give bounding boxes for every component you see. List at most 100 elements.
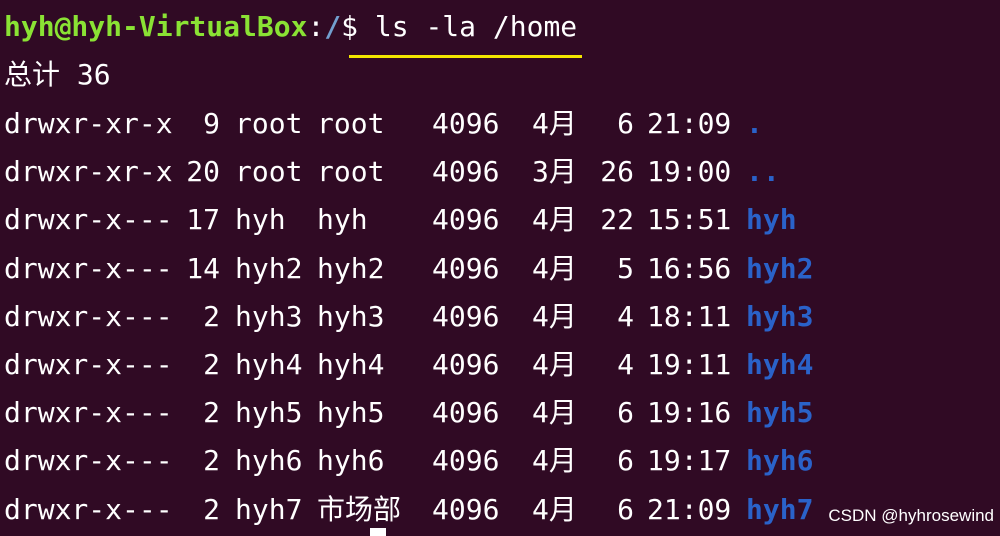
entry-links: 17 [186,203,220,237]
terminal-window[interactable]: hyh@hyh-VirtualBox:/$ ls -la /home 总计 36… [4,0,1000,536]
entry-month: 4月 [532,396,577,430]
entry-group: root [317,107,385,140]
listing-row: drwxr-x--- 2 hyh4 hyh4 4096 4月 4 19:11 hyh4 [4,347,994,383]
command-text: ls -la /home [374,10,578,43]
prompt-symbol: $ [341,10,359,43]
entry-time: 19:11 [647,348,732,381]
entry-day: 6 [617,444,634,478]
entry-links: 2 [203,444,220,478]
entry-perms: drwxr-x--- [4,492,173,526]
entry-owner: hyh5 [235,396,303,430]
entry-month: 4月 [532,203,577,237]
entry-month: 4月 [532,444,577,478]
entry-perms: drwxr-x--- [4,348,173,381]
entry-name: hyh6 [746,444,814,478]
entry-owner: root [235,155,303,189]
entry-time: 19:17 [647,444,732,478]
prompt-path: / [324,10,342,43]
listing-row: drwxr-x--- 14 hyh2 hyh2 4096 4月 5 16:56 hyh2 [4,251,994,287]
entry-size: 4096 [432,396,500,430]
entry-name: hyh2 [746,251,814,285]
entry-group: hyh6 [317,444,385,478]
entry-name: hyh7 [746,492,814,526]
entry-links: 2 [203,299,220,333]
entry-size: 4096 [432,155,500,189]
entry-owner: hyh4 [235,348,303,381]
entry-group: hyh2 [317,251,385,285]
entry-time: 21:09 [647,492,732,526]
entry-links: 20 [186,155,220,189]
entry-month: 4月 [532,348,577,381]
entry-group: root [317,155,385,189]
entry-day: 22 [600,203,634,237]
listing-row: drwxr-xr-x 9 root root 4096 4月 6 21:09. [4,106,994,142]
entry-links: 9 [203,107,220,140]
entry-month: 3月 [532,155,577,189]
entry-day: 5 [617,251,634,285]
entry-month: 4月 [532,492,577,526]
entry-size: 4096 [432,299,500,333]
entry-links: 2 [203,348,220,381]
entry-perms: drwxr-x--- [4,251,173,285]
entry-time: 15:51 [647,203,732,237]
entry-time: 19:16 [647,396,732,430]
watermark: CSDN @hyhrosewind [828,506,994,525]
entry-perms: drwxr-x--- [4,444,173,478]
entry-time: 16:56 [647,251,732,285]
terminal-cursor [370,528,386,536]
entry-day: 6 [617,492,634,526]
entry-perms: drwxr-x--- [4,203,173,237]
entry-perms: drwxr-x--- [4,299,173,333]
entry-links: 2 [203,492,220,526]
entry-day: 4 [617,299,634,333]
entry-name: hyh5 [746,396,814,430]
entry-group: 市场部 [317,492,402,526]
entry-owner: hyh7 [235,492,303,526]
command-highlight-underline [349,55,582,58]
entry-links: 14 [186,251,220,285]
entry-day: 6 [617,396,634,430]
listing-row: drwxr-x--- 2 hyh6 hyh6 4096 4月 6 19:17 hyh6 [4,443,994,479]
entry-month: 4月 [532,299,577,333]
entry-name: .. [746,155,780,189]
listing-row: drwxr-x--- 17 hyh hyh 4096 4月 22 15:51 hyh [4,202,994,238]
entry-size: 4096 [432,107,500,140]
entry-size: 4096 [432,444,500,478]
entry-owner: hyh [235,203,286,237]
entry-name: hyh [746,203,797,237]
entry-group: hyh4 [317,348,385,381]
entry-day: 26 [600,155,634,189]
prompt-user-host: hyh@hyh-VirtualBox [4,10,308,43]
entry-day: 6 [617,107,634,140]
entry-month: 4月 [532,251,577,285]
entry-perms: drwxr-x--- [4,396,173,430]
entry-owner: root [235,107,303,140]
listing-row: drwxr-x--- 2 hyh3 hyh3 4096 4月 4 18:11 hyh3 [4,299,994,335]
listing-row: drwxr-x--- 2 hyh5 hyh5 4096 4月 6 19:16 hyh5 [4,395,994,431]
entry-name: . [746,107,763,140]
entry-name: hyh3 [746,299,814,333]
entry-links: 2 [203,396,220,430]
entry-group: hyh3 [317,299,385,333]
entry-perms: drwxr-xr-x [4,155,173,189]
entry-time: 19:00 [647,155,732,189]
entry-month: 4月 [532,107,577,140]
entry-name: hyh4 [746,348,814,381]
entry-size: 4096 [432,348,500,381]
entry-day: 4 [617,348,634,381]
entry-size: 4096 [432,203,500,237]
entry-size: 4096 [432,251,500,285]
entry-owner: hyh2 [235,251,303,285]
prompt-separator: : [307,10,325,43]
entry-size: 4096 [432,492,500,526]
entry-perms: drwxr-xr-x [4,107,173,140]
entry-owner: hyh3 [235,299,303,333]
entry-time: 21:09 [647,107,732,140]
total-line: 总计 36 [4,58,111,91]
prompt-line: hyh@hyh-VirtualBox:/$ ls -la /home [4,9,577,45]
listing-row: drwxr-xr-x 20 root root 4096 3月 26 19:00.. [4,154,994,190]
entry-group: hyh [317,203,368,237]
entry-group: hyh5 [317,396,385,430]
entry-owner: hyh6 [235,444,303,478]
entry-time: 18:11 [647,299,732,333]
